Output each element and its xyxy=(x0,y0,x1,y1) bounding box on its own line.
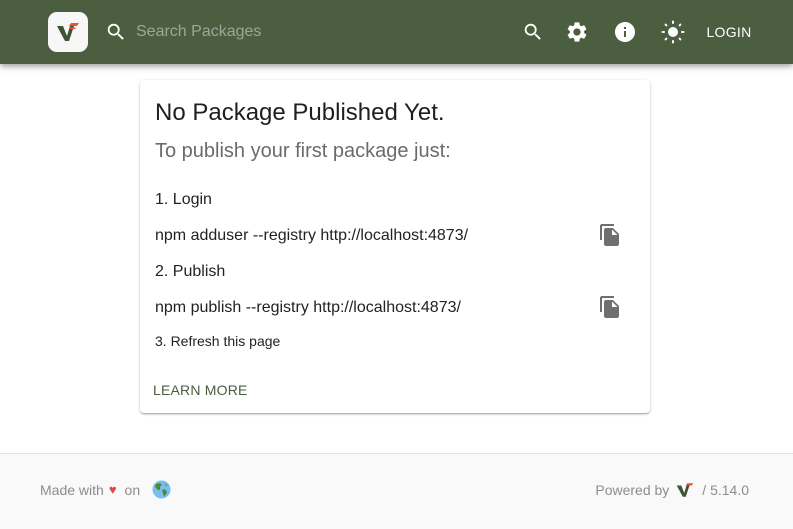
copy-icon xyxy=(600,296,619,318)
info-button[interactable] xyxy=(613,20,637,44)
info-icon xyxy=(615,22,635,42)
step-refresh-label: 3. Refresh this page xyxy=(155,333,281,349)
verdaccio-logo-icon xyxy=(675,480,695,500)
powered-by-text: Powered by xyxy=(595,482,670,498)
made-with-section: Made with ♥ on xyxy=(40,480,171,499)
version-text: / 5.14.0 xyxy=(702,482,749,498)
search-input[interactable] xyxy=(136,18,376,46)
heart-icon: ♥ xyxy=(108,482,117,497)
step-publish-label: 2. Publish xyxy=(155,263,226,280)
theme-toggle-button[interactable] xyxy=(661,20,685,44)
search-icon xyxy=(107,23,124,40)
gear-icon xyxy=(567,22,587,42)
card-title: No Package Published Yet. xyxy=(155,99,445,126)
on-text: on xyxy=(124,481,141,498)
settings-button[interactable] xyxy=(565,20,589,44)
card-subtitle: To publish your first package just: xyxy=(155,140,451,162)
home-logo-link[interactable] xyxy=(48,12,88,52)
sun-icon xyxy=(661,20,685,44)
copy-icon xyxy=(600,224,619,246)
verdaccio-logo-icon xyxy=(57,23,79,41)
app-bar: LOGIN xyxy=(0,0,793,64)
adduser-command: npm adduser --registry http://localhost:… xyxy=(155,227,469,244)
step-login-label: 1. Login xyxy=(155,191,212,208)
footer: Made with ♥ on Powered by / 5.14.0 xyxy=(0,453,793,529)
powered-by-section: Powered by / 5.14.0 xyxy=(595,480,749,500)
made-with-text: Made with xyxy=(40,481,104,498)
learn-more-link[interactable]: LEARN MORE xyxy=(153,382,248,398)
search-button[interactable] xyxy=(521,20,545,44)
search-icon xyxy=(524,23,541,40)
help-card: No Package Published Yet. To publish you… xyxy=(140,80,650,413)
login-button[interactable]: LOGIN xyxy=(700,18,758,46)
copy-adduser-button[interactable] xyxy=(598,223,622,247)
copy-publish-button[interactable] xyxy=(598,295,622,319)
publish-command: npm publish --registry http://localhost:… xyxy=(155,299,461,316)
globe-icon[interactable] xyxy=(152,480,171,499)
